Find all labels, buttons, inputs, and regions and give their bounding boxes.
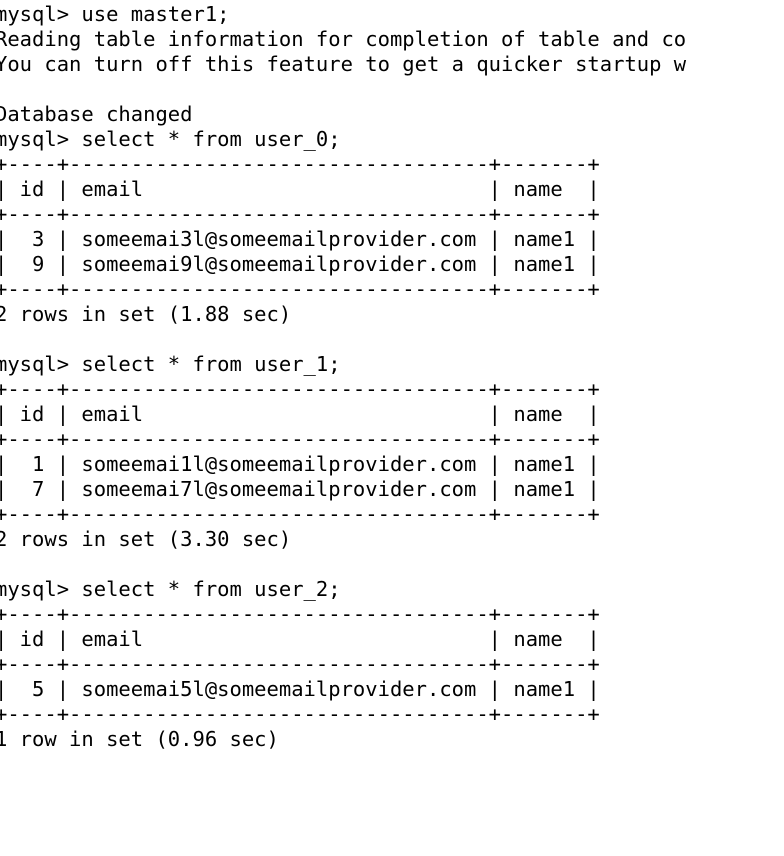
table-row: | 5 | someemai5l@someemailprovider.com |…: [0, 677, 600, 701]
table-separator-header-user-1: +----+----------------------------------…: [0, 427, 600, 451]
terminal-window[interactable]: mysql> use master1; Reading table inform…: [0, 0, 784, 856]
result-status-user-1: 2 rows in set (3.30 sec): [0, 527, 292, 551]
table-header-user-0: | id | email | name |: [0, 177, 600, 201]
table-header-user-1: | id | email | name |: [0, 402, 600, 426]
terminal-line-turn-off-feature: You can turn off this feature to get a q…: [0, 52, 687, 76]
terminal-line-prompt-use-master1: mysql> use master1;: [0, 2, 230, 26]
terminal-line-database-changed: Database changed: [0, 102, 193, 126]
result-status-user-0: 2 rows in set (1.88 sec): [0, 302, 292, 326]
terminal-line-prompt-select-user-1: mysql> select * from user_1;: [0, 352, 341, 376]
table-row: | 7 | someemai7l@someemailprovider.com |…: [0, 477, 600, 501]
terminal-line-reading-table-info: Reading table information for completion…: [0, 27, 687, 51]
table-separator-header-user-0: +----+----------------------------------…: [0, 202, 600, 226]
terminal-line-prompt-select-user-0: mysql> select * from user_0;: [0, 127, 341, 151]
table-separator-bottom-user-2: +----+----------------------------------…: [0, 702, 600, 726]
terminal-line-prompt-select-user-2: mysql> select * from user_2;: [0, 577, 341, 601]
result-status-user-2: 1 row in set (0.96 sec): [0, 727, 279, 751]
table-separator-top-user-1: +----+----------------------------------…: [0, 377, 600, 401]
table-row: | 1 | someemai1l@someemailprovider.com |…: [0, 452, 600, 476]
table-row: | 3 | someemai3l@someemailprovider.com |…: [0, 227, 600, 251]
table-row: | 9 | someemai9l@someemailprovider.com |…: [0, 252, 600, 276]
table-separator-top-user-0: +----+----------------------------------…: [0, 152, 600, 176]
table-separator-bottom-user-1: +----+----------------------------------…: [0, 502, 600, 526]
table-separator-header-user-2: +----+----------------------------------…: [0, 652, 600, 676]
terminal-screen[interactable]: mysql> use master1; Reading table inform…: [0, 2, 784, 752]
table-separator-top-user-2: +----+----------------------------------…: [0, 602, 600, 626]
table-header-user-2: | id | email | name |: [0, 627, 600, 651]
table-separator-bottom-user-0: +----+----------------------------------…: [0, 277, 600, 301]
